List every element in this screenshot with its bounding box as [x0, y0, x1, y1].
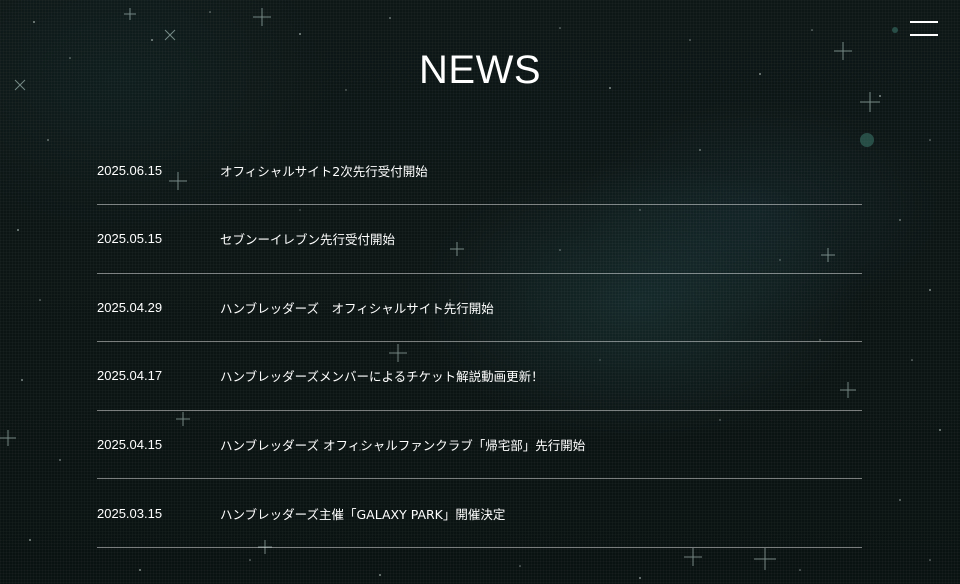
- news-item[interactable]: 2025.04.15 ハンブレッダーズ オフィシャルファンクラブ「帰宅部」先行開…: [97, 411, 862, 480]
- news-date: 2025.04.15: [97, 437, 163, 453]
- menu-line-top: [910, 21, 938, 23]
- news-title[interactable]: ハンブレッダーズメンバーによるチケット解説動画更新！: [220, 366, 544, 385]
- menu-line-bottom: [910, 34, 938, 36]
- news-item[interactable]: 2025.04.29 ハンブレッダーズ オフィシャルサイト先行開始: [97, 274, 862, 343]
- news-list: 2025.06.15 オフィシャルサイト2次先行受付開始 2025.05.15 …: [97, 137, 862, 548]
- news-date: 2025.05.15: [97, 231, 163, 247]
- news-item[interactable]: 2025.04.17 ハンブレッダーズメンバーによるチケット解説動画更新！: [97, 342, 862, 411]
- news-title[interactable]: ハンブレッダーズ オフィシャルサイト先行開始: [220, 298, 494, 317]
- news-title[interactable]: オフィシャルサイト2次先行受付開始: [220, 161, 428, 180]
- news-item[interactable]: 2025.05.15 セブンーイレブン先行受付開始: [97, 205, 862, 274]
- news-item[interactable]: 2025.03.15 ハンブレッダーズ主催「GALAXY PARK」開催決定: [97, 479, 862, 548]
- news-date: 2025.04.29: [97, 299, 163, 315]
- news-date: 2025.06.15: [97, 163, 163, 178]
- news-title[interactable]: ハンブレッダーズ主催「GALAXY PARK」開催決定: [220, 504, 505, 523]
- news-item[interactable]: 2025.06.15 オフィシャルサイト2次先行受付開始: [97, 137, 862, 205]
- page-title: NEWS: [419, 48, 541, 92]
- hamburger-menu-icon[interactable]: [910, 19, 938, 37]
- news-title[interactable]: ハンブレッダーズ オフィシャルファンクラブ「帰宅部」先行開始: [220, 435, 585, 454]
- news-date: 2025.04.17: [97, 368, 163, 384]
- news-title[interactable]: セブンーイレブン先行受付開始: [220, 229, 395, 248]
- news-date: 2025.03.15: [97, 505, 163, 521]
